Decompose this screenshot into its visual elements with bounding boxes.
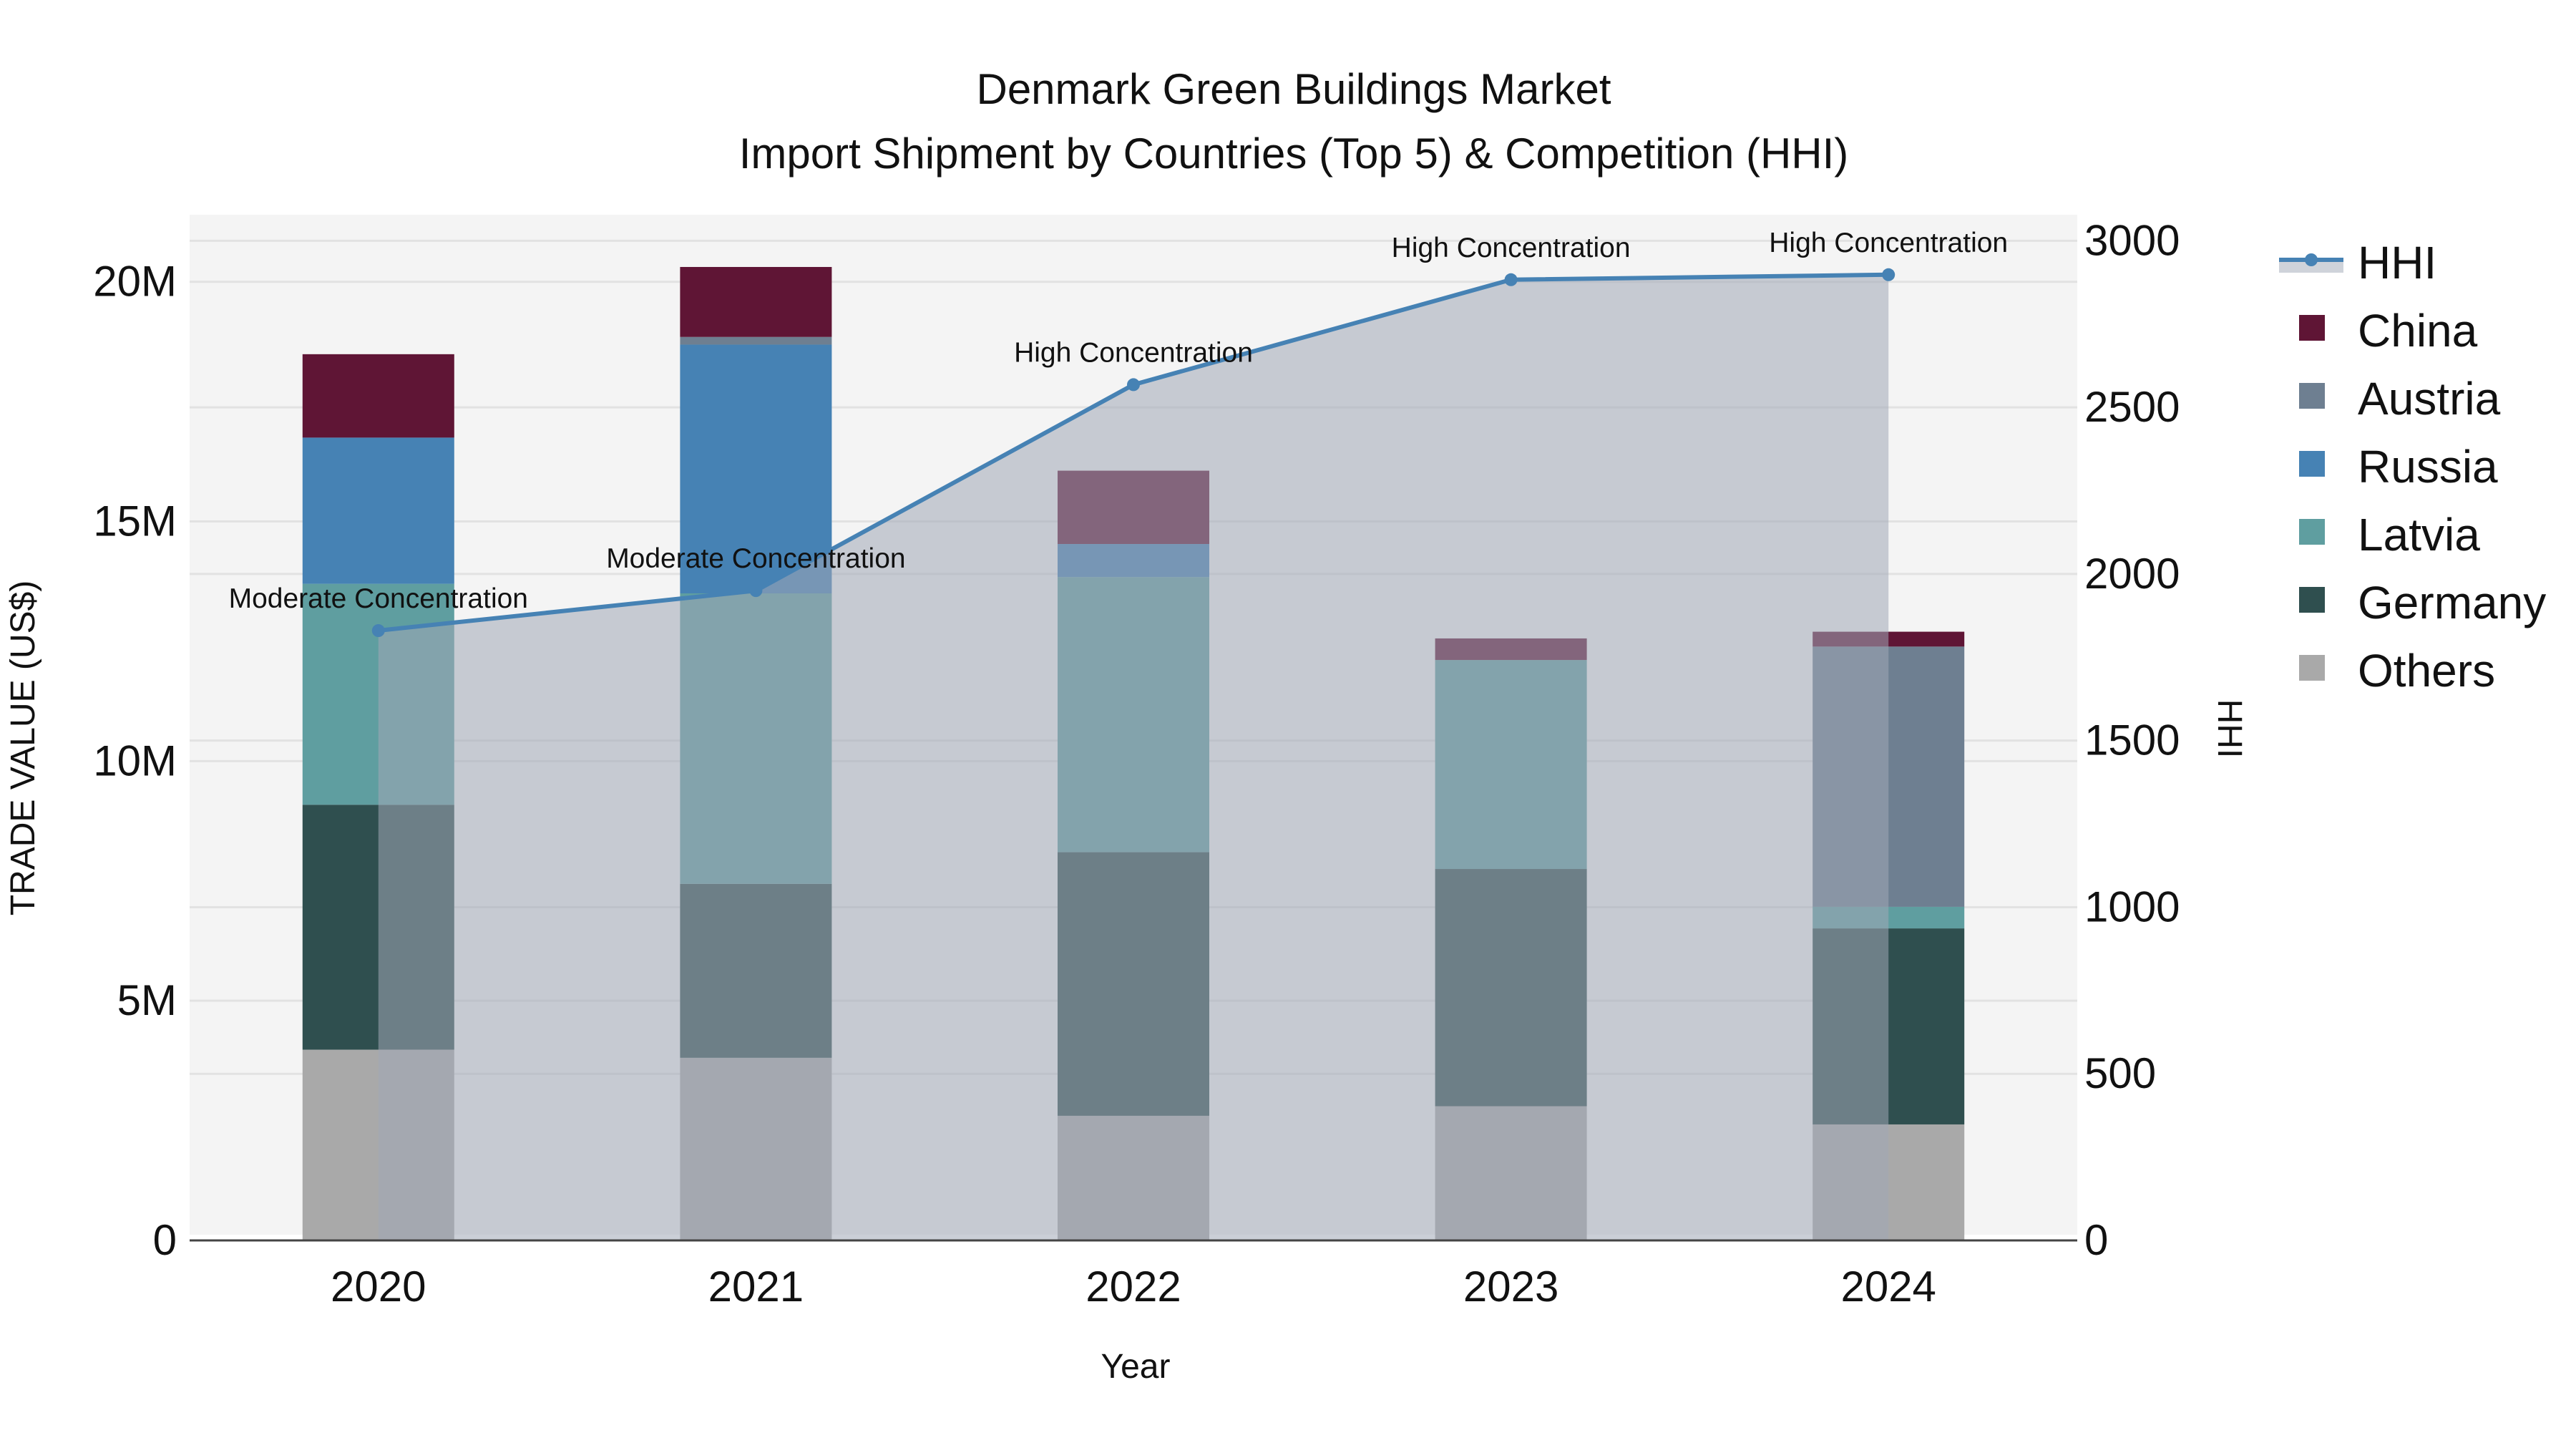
legend-item-germany[interactable]: Germany <box>2299 577 2546 628</box>
hhi-annotation: High Concentration <box>1014 337 1253 368</box>
hhi-point <box>749 584 763 598</box>
legend-item-china[interactable]: China <box>2299 305 2478 356</box>
y2-tick-label: 1500 <box>2084 716 2180 764</box>
y-tick-label: 15M <box>93 497 177 545</box>
legend-item-latvia[interactable]: Latvia <box>2299 509 2480 560</box>
legend-swatch <box>2299 383 2325 409</box>
legend-swatch <box>2299 587 2325 613</box>
y2-tick-label: 3000 <box>2084 216 2180 264</box>
y2-tick-label: 500 <box>2084 1049 2156 1097</box>
hhi-annotation: Moderate Concentration <box>229 583 528 614</box>
hhi-annotation: High Concentration <box>1392 233 1631 263</box>
legend-swatch <box>2299 519 2325 545</box>
x-tick-label: 2022 <box>1085 1263 1181 1311</box>
y-axis-ticks: 0 5M 10M 15M 20M <box>93 258 177 1264</box>
legend-swatch <box>2299 655 2325 681</box>
legend-label: Austria <box>2358 373 2501 424</box>
x-axis-title: Year <box>1101 1348 1171 1386</box>
legend-label: Others <box>2358 645 2495 696</box>
legend-label: Russia <box>2358 441 2498 492</box>
y2-tick-label: 2000 <box>2084 550 2180 598</box>
y2-tick-label: 0 <box>2084 1216 2108 1264</box>
legend-label: HHI <box>2358 237 2436 288</box>
hhi-point <box>1127 378 1140 392</box>
hhi-point <box>371 624 385 638</box>
chart: Denmark Green Buildings Market Import Sh… <box>4 65 2546 1386</box>
y-tick-label: 0 <box>153 1216 177 1264</box>
x-tick-label: 2021 <box>708 1263 804 1311</box>
legend-swatch <box>2299 451 2325 477</box>
y-tick-label: 5M <box>117 976 177 1024</box>
y2-axis-ticks: 0 500 1000 1500 2000 2500 3000 <box>2084 216 2180 1264</box>
legend-item-hhi[interactable]: HHI <box>2279 237 2436 288</box>
legend-swatch <box>2299 315 2325 341</box>
x-tick-label: 2020 <box>331 1263 426 1311</box>
chart-subtitle: Import Shipment by Countries (Top 5) & C… <box>739 130 1849 178</box>
hhi-point <box>1504 273 1518 286</box>
y2-tick-label: 2500 <box>2084 383 2180 431</box>
bar-china-2020 <box>302 354 454 438</box>
hhi-annotation: High Concentration <box>1769 228 2008 258</box>
legend-label: Latvia <box>2358 509 2480 560</box>
legend-item-austria[interactable]: Austria <box>2299 373 2501 424</box>
legend-item-others[interactable]: Others <box>2299 645 2495 696</box>
y2-axis-title: HHI <box>2210 699 2248 759</box>
x-tick-label: 2023 <box>1463 1263 1558 1311</box>
chart-title: Denmark Green Buildings Market <box>976 65 1611 113</box>
legend-label: Germany <box>2358 577 2546 628</box>
y2-tick-label: 1000 <box>2084 883 2180 930</box>
legend-item-russia[interactable]: Russia <box>2299 441 2498 492</box>
y-axis-title: TRADE VALUE (US$) <box>4 580 42 916</box>
x-axis-ticks: 2020 2021 2022 2023 2024 <box>331 1263 1936 1311</box>
bar-russia-2020 <box>302 437 454 584</box>
y-tick-label: 10M <box>93 737 177 784</box>
legend: HHI China Austria Russia Latvia Germany Others <box>2279 237 2546 696</box>
legend-label: China <box>2358 305 2478 356</box>
legend-hhi-marker <box>2305 253 2318 266</box>
bar-austria-2021 <box>680 336 832 345</box>
hhi-point <box>1882 268 1896 281</box>
bar-china-2021 <box>680 266 832 337</box>
y-tick-label: 20M <box>93 258 177 306</box>
x-tick-label: 2024 <box>1840 1263 1936 1311</box>
hhi-annotation: Moderate Concentration <box>606 543 905 574</box>
